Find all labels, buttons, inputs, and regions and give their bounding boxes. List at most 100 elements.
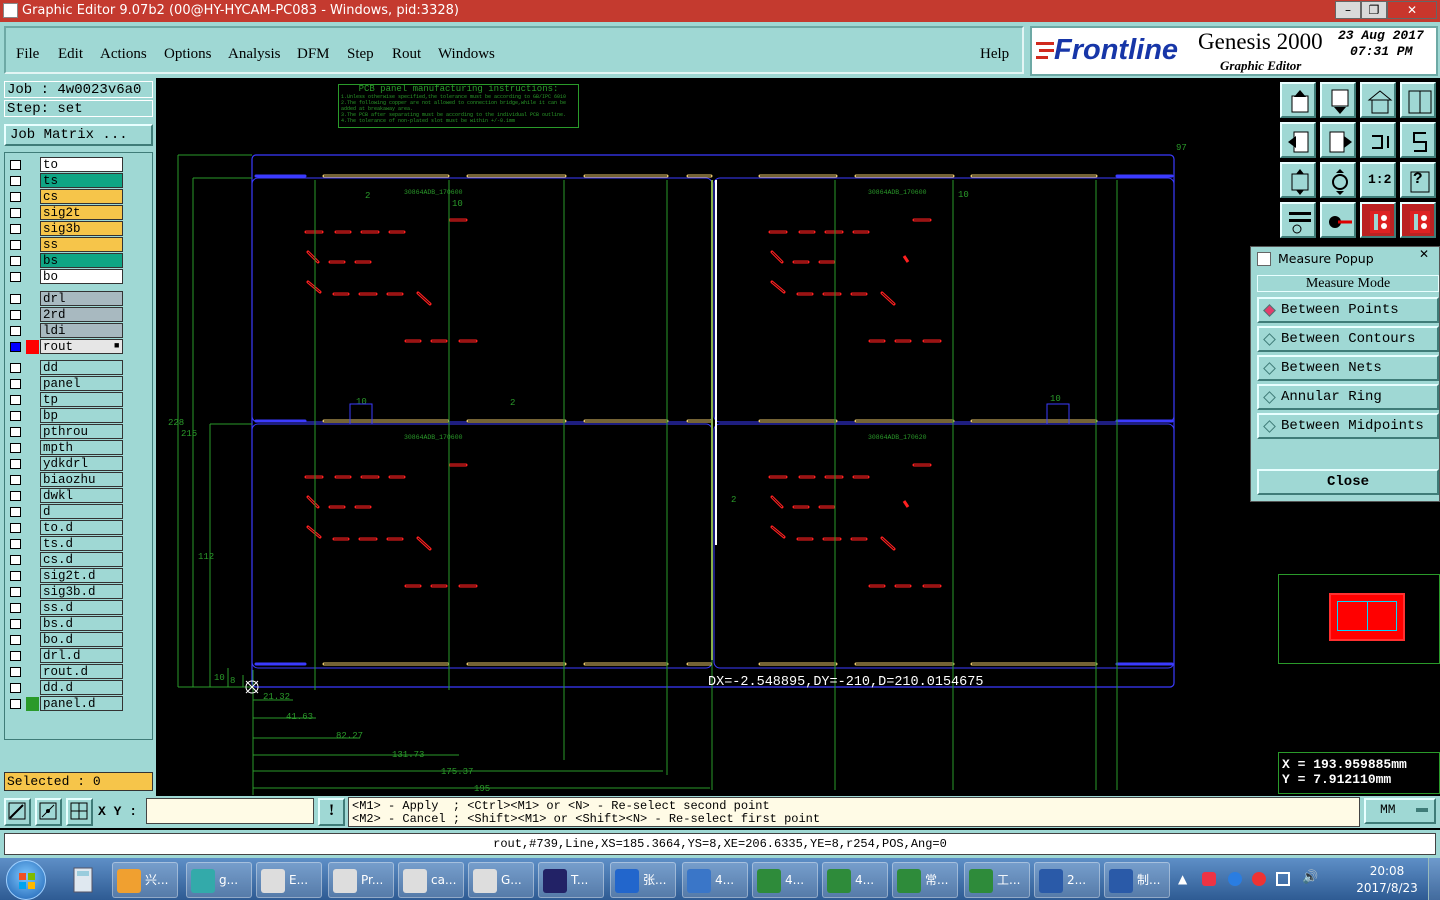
layer-name[interactable]: d: [40, 504, 123, 519]
layer-checkbox[interactable]: [10, 683, 21, 693]
layer-row-ts-d[interactable]: ts.d: [6, 536, 125, 551]
layer-checkbox[interactable]: [10, 208, 21, 218]
grid-icon[interactable]: [66, 798, 93, 826]
job-matrix-button[interactable]: Job Matrix ...: [4, 124, 153, 146]
layer-row-sig2t[interactable]: sig2t: [6, 205, 125, 220]
layer-checkbox[interactable]: [10, 507, 21, 517]
layer-name[interactable]: 2rd: [40, 307, 123, 322]
layer-row-dd[interactable]: dd: [6, 360, 125, 375]
layer-name[interactable]: mpth: [40, 440, 123, 455]
layer-checkbox[interactable]: [10, 160, 21, 170]
layer-checkbox[interactable]: [10, 619, 21, 629]
layer-name[interactable]: ss: [40, 237, 123, 252]
menu-step[interactable]: Step: [347, 46, 374, 63]
layer-row-dwkl[interactable]: dwkl: [6, 488, 125, 503]
layers-red2-icon[interactable]: [1400, 202, 1436, 238]
layer-name[interactable]: sig2t: [40, 205, 123, 220]
layer-name[interactable]: ldi: [40, 323, 123, 338]
tray-display-icon[interactable]: [1276, 872, 1290, 886]
layer-checkbox[interactable]: [10, 443, 21, 453]
layer-row-rout-d[interactable]: rout.d: [6, 664, 125, 679]
layer-checkbox[interactable]: [10, 523, 21, 533]
xy-input[interactable]: [146, 798, 314, 824]
measure-option-between-contours[interactable]: Between Contours: [1257, 326, 1439, 352]
select-line-icon[interactable]: [35, 798, 62, 826]
layer-checkbox[interactable]: [10, 491, 21, 501]
taskbar-item[interactable]: 4...: [752, 862, 818, 898]
clock-time[interactable]: 20:08: [1357, 864, 1417, 878]
layer-name[interactable]: rout.d: [40, 664, 123, 679]
taskbar-item[interactable]: 兴...: [112, 862, 178, 898]
ratio-button[interactable]: 1:2: [1360, 162, 1396, 198]
layer-name[interactable]: dd.d: [40, 680, 123, 695]
menu-help[interactable]: Help: [980, 46, 1009, 63]
menu-rout[interactable]: Rout: [392, 46, 421, 63]
layer-checkbox[interactable]: [10, 475, 21, 485]
layer-row-panel[interactable]: panel: [6, 376, 125, 391]
layer-checkbox[interactable]: [10, 294, 21, 304]
layer-row-drl-d[interactable]: drl.d: [6, 648, 125, 663]
layer-name[interactable]: ts: [40, 173, 123, 188]
layer-row-ss[interactable]: ss: [6, 237, 125, 252]
layer-checkbox[interactable]: [10, 256, 21, 266]
layer-row-to[interactable]: to: [6, 157, 125, 172]
layer-row-rout[interactable]: rout ■: [6, 339, 125, 354]
layer-name[interactable]: dwkl: [40, 488, 123, 503]
tools-icon[interactable]: [1280, 202, 1316, 238]
measure-option-annular-ring[interactable]: Annular Ring: [1257, 384, 1439, 410]
load-down-icon[interactable]: [1320, 82, 1356, 118]
volume-icon[interactable]: 🔊: [1302, 870, 1318, 885]
layer-checkbox[interactable]: [10, 603, 21, 613]
layer-row-cs[interactable]: cs: [6, 189, 125, 204]
popup-close-icon[interactable]: ✕: [1413, 247, 1435, 263]
layers-red-icon[interactable]: [1360, 202, 1396, 238]
layer-name[interactable]: to.d: [40, 520, 123, 535]
measure-option-between-midpoints[interactable]: Between Midpoints: [1257, 413, 1439, 439]
taskbar-item[interactable]: 2...: [1034, 862, 1100, 898]
layer-name[interactable]: panel.d: [40, 696, 123, 711]
layer-row-sig3b[interactable]: sig3b: [6, 221, 125, 236]
layer-checkbox[interactable]: [10, 240, 21, 250]
calculator-taskbar-icon[interactable]: [66, 864, 100, 896]
snake-icon[interactable]: [1400, 122, 1436, 158]
layer-checkbox[interactable]: [10, 363, 21, 373]
zoom-icon[interactable]: [1320, 162, 1356, 198]
layer-row-cs-d[interactable]: cs.d: [6, 552, 125, 567]
layer-name[interactable]: pthrou: [40, 424, 123, 439]
layer-name[interactable]: biaozhu: [40, 472, 123, 487]
layer-checkbox[interactable]: [10, 395, 21, 405]
layer-name[interactable]: cs.d: [40, 552, 123, 567]
layer-checkbox[interactable]: [10, 224, 21, 234]
layer-row-ydkdrl[interactable]: ydkdrl: [6, 456, 125, 471]
door-left-icon[interactable]: [1280, 122, 1316, 158]
show-desktop-button[interactable]: [1428, 858, 1440, 900]
probe-icon[interactable]: [1320, 202, 1356, 238]
layer-name[interactable]: sig3b: [40, 221, 123, 236]
taskbar-item[interactable]: 常...: [892, 862, 958, 898]
layer-name[interactable]: to: [40, 157, 123, 172]
layer-row-2rd[interactable]: 2rd: [6, 307, 125, 322]
taskbar-item[interactable]: 4...: [822, 862, 888, 898]
layer-checkbox[interactable]: [10, 192, 21, 202]
taskbar-item[interactable]: 张...: [610, 862, 676, 898]
window-icon[interactable]: [1400, 82, 1436, 118]
layer-name[interactable]: sig2t.d: [40, 568, 123, 583]
layer-name[interactable]: ss.d: [40, 600, 123, 615]
menu-dfm[interactable]: DFM: [297, 46, 330, 63]
menu-file[interactable]: File: [16, 46, 39, 63]
layer-checkbox[interactable]: [10, 635, 21, 645]
layer-name[interactable]: ts.d: [40, 536, 123, 551]
clock-date[interactable]: 2017/8/23: [1352, 881, 1422, 895]
layer-name[interactable]: tp: [40, 392, 123, 407]
taskbar-item[interactable]: E...: [256, 862, 322, 898]
layer-row-biaozhu[interactable]: biaozhu: [6, 472, 125, 487]
layer-row-sig3b-d[interactable]: sig3b.d: [6, 584, 125, 599]
layer-checkbox[interactable]: [10, 571, 21, 581]
layer-name[interactable]: bo: [40, 269, 123, 284]
layer-row-d[interactable]: d: [6, 504, 125, 519]
layer-name[interactable]: bs: [40, 253, 123, 268]
layer-name[interactable]: dd: [40, 360, 123, 375]
help-icon[interactable]: ?: [1400, 162, 1436, 198]
layer-name[interactable]: rout: [40, 339, 123, 354]
swap-icon[interactable]: [1360, 122, 1396, 158]
